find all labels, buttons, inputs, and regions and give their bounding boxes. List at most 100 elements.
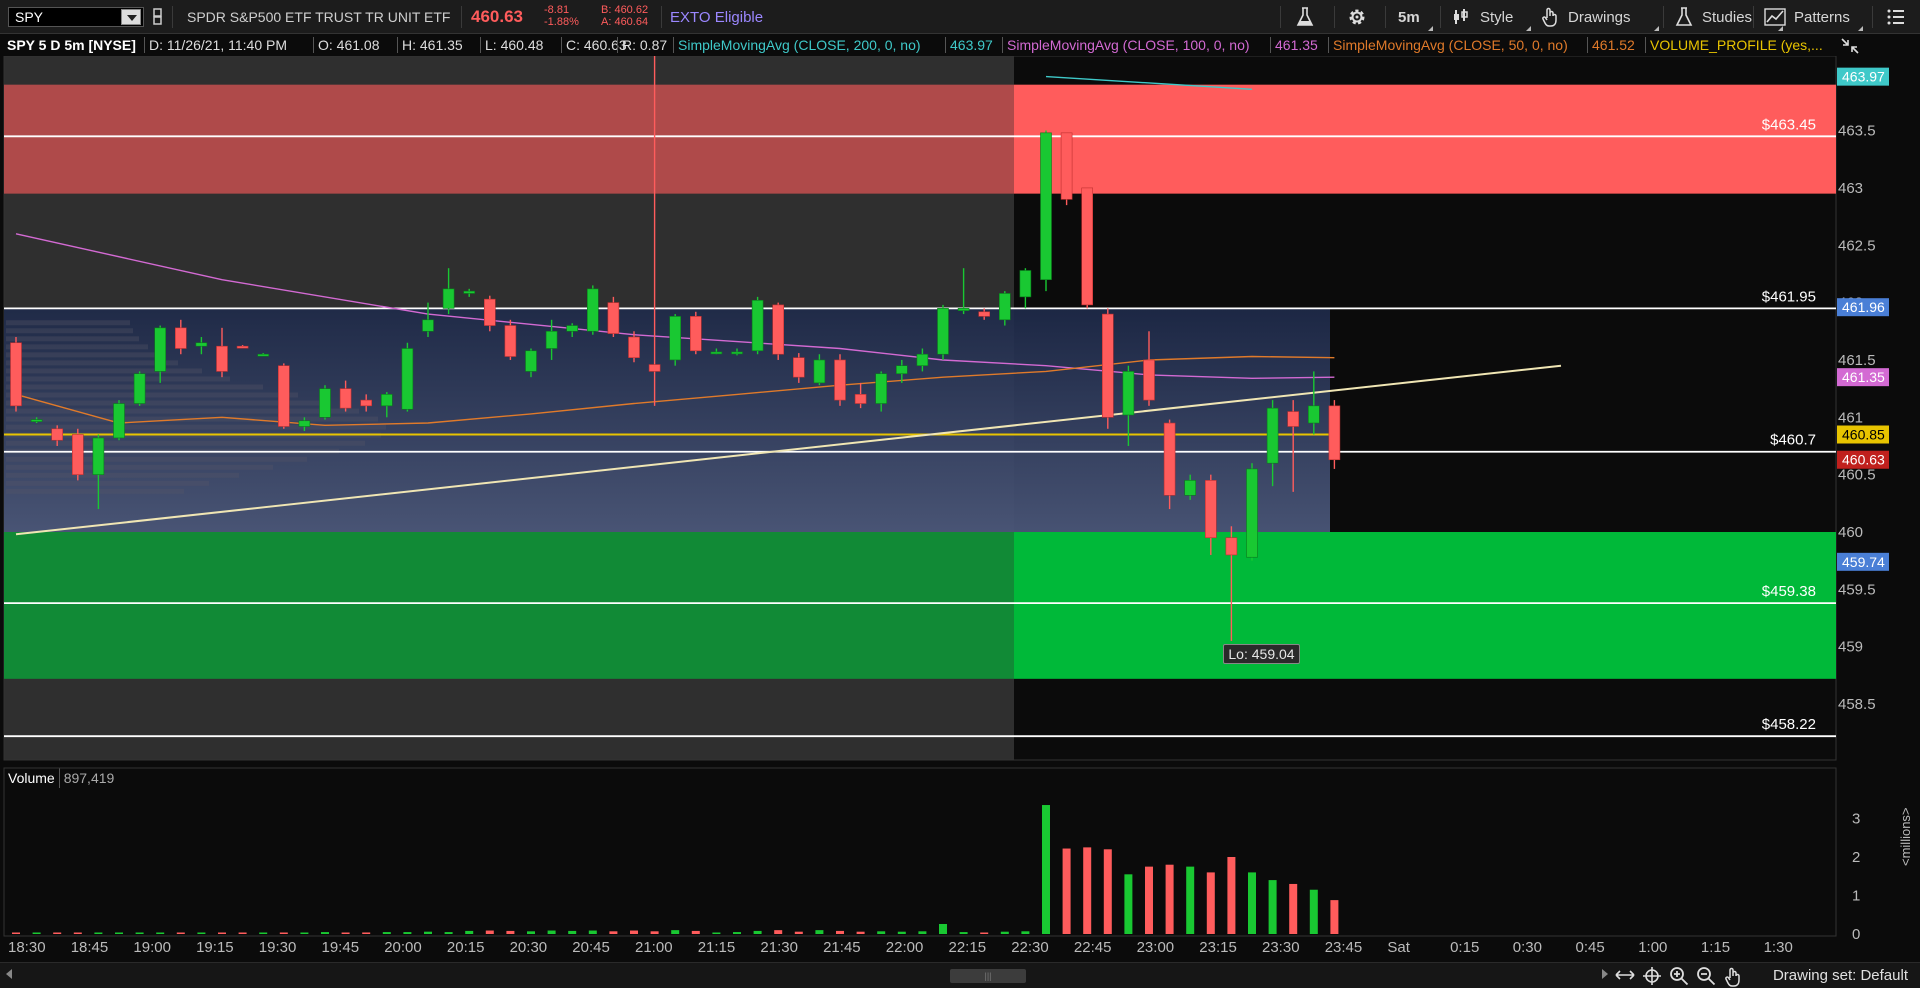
patterns-button[interactable]: Patterns	[1764, 0, 1864, 34]
flask-icon[interactable]	[1295, 0, 1315, 34]
scroll-right-arrow-icon[interactable]	[1602, 969, 1608, 979]
candle-body	[277, 365, 290, 427]
price-axis-tick: 462.5	[1838, 237, 1876, 254]
symbol-description: SPDR S&P500 ETF TRUST TR UNIT ETF	[187, 9, 451, 25]
chart-info-bar: SPY 5 D 5m [NYSE] D: 11/26/21, 11:40 PM …	[0, 34, 1920, 56]
gear-icon[interactable]	[1346, 0, 1368, 34]
candle-body	[607, 302, 620, 334]
candle-body	[339, 388, 352, 409]
time-axis-tick: Sat	[1387, 939, 1410, 956]
candle-body	[195, 342, 208, 347]
candle-body	[442, 288, 455, 309]
volume-profile-bar	[6, 464, 273, 470]
patterns-label: Patterns	[1794, 8, 1850, 26]
volume-profile-label[interactable]: VOLUME_PROFILE (yes,...	[1647, 36, 1826, 54]
volume-bar	[691, 930, 700, 934]
volume-bar	[918, 931, 927, 934]
candle-body	[1143, 359, 1155, 401]
scroll-left-arrow-icon[interactable]	[6, 969, 12, 979]
drawing-set-label[interactable]: Drawing set: Default	[1773, 967, 1908, 984]
symbol-value: SPY	[15, 9, 44, 25]
price-axis-bubble-label: 460.63	[1842, 452, 1885, 468]
time-axis-tick: 21:45	[823, 939, 861, 956]
volume-bar	[321, 932, 329, 934]
volume-chart[interactable]: 3 2 1 0 18:30 18:45 19:00 19:15 19:30 19:45 20:00…	[0, 766, 1920, 962]
candle-body	[1287, 411, 1299, 427]
zoom-in-icon[interactable]	[1668, 966, 1690, 986]
bar-range: R: 0.87	[622, 37, 668, 53]
sma50-label[interactable]: SimpleMovingAvg (CLOSE, 50, 0, no)	[1330, 36, 1571, 54]
price-axis-tick: 463.5	[1838, 123, 1876, 140]
candle-body	[1266, 407, 1279, 464]
price-axis-bubble-label: 463.97	[1842, 69, 1885, 85]
candle-body	[875, 373, 888, 404]
time-axis-tick: 19:00	[133, 939, 171, 956]
volume-bar	[650, 931, 659, 934]
chart-symbol-info[interactable]: SPY 5 D 5m [NYSE]	[4, 36, 139, 54]
app-root: SPY SPDR S&P500 ETF TRUST TR UNIT ETF 46…	[0, 0, 1920, 988]
style-button[interactable]: Style	[1452, 0, 1532, 34]
time-axis-tick: 0:15	[1450, 939, 1479, 956]
crosshair-icon[interactable]	[1641, 966, 1663, 986]
candle-body	[895, 365, 908, 375]
volume-bar	[53, 932, 62, 934]
price-axis-tick: 461.5	[1838, 352, 1876, 369]
volume-profile-bar	[6, 368, 202, 374]
time-axis-tick: 22:30	[1011, 939, 1049, 956]
sma100-label[interactable]: SimpleMovingAvg (CLOSE, 100, 0, no)	[1004, 36, 1253, 54]
low-price-label: Lo: 459.04	[1223, 644, 1300, 665]
volume-bar	[1289, 883, 1298, 934]
price-axis-tick: 459	[1838, 639, 1863, 656]
volume-profile-bar	[6, 344, 148, 350]
top-toolbar: SPY SPDR S&P500 ETF TRUST TR UNIT ETF 46…	[0, 0, 1920, 34]
price-chart[interactable]: $463.45 $461.95 $460.7 $459.38 $458.22 463.5…	[0, 56, 1920, 764]
time-axis-tick: 19:45	[322, 939, 360, 956]
volume-profile-bar	[6, 440, 365, 446]
time-axis-tick: 0:45	[1576, 939, 1605, 956]
menu-icon[interactable]	[1886, 0, 1906, 34]
candle-body	[51, 428, 64, 441]
candle-body	[1081, 187, 1093, 306]
symbol-dropdown-button[interactable]	[121, 9, 141, 25]
candle-body	[92, 437, 105, 475]
candle-body	[483, 298, 496, 326]
drawings-label: Drawings	[1568, 8, 1631, 26]
candle-body	[669, 316, 682, 361]
time-axis-tick: 18:45	[71, 939, 109, 956]
price-axis-tick: 460	[1838, 524, 1863, 541]
volume-profile-bar	[6, 408, 359, 414]
volume-bar	[403, 932, 412, 934]
volume-axis-tick: 0	[1852, 926, 1860, 943]
candle-body	[586, 288, 599, 332]
candle-body	[854, 394, 867, 404]
sma200-label[interactable]: SimpleMovingAvg (CLOSE, 200, 0, no)	[675, 36, 924, 54]
zoom-out-icon[interactable]	[1695, 966, 1717, 986]
volume-bar	[630, 930, 638, 934]
support-zone-history	[4, 532, 1014, 679]
candle-body	[175, 327, 187, 349]
drawings-button[interactable]: Drawings	[1540, 0, 1660, 34]
time-axis-tick: 20:45	[572, 939, 610, 956]
candle-body	[710, 351, 723, 355]
volume-profile-bar	[6, 456, 307, 462]
volume-bar	[1309, 889, 1318, 934]
time-scrollbar[interactable]: ||| Drawing set: Default	[0, 962, 1920, 988]
collapse-arrows-icon[interactable]	[1840, 37, 1860, 58]
candle-body	[525, 350, 537, 372]
candle-body	[133, 373, 146, 404]
candle-body	[504, 325, 517, 357]
timeframe-button[interactable]: 5m	[1398, 0, 1434, 34]
scroll-thumb[interactable]: |||	[950, 969, 1026, 983]
price-axis-tick: 463	[1838, 180, 1863, 197]
time-axis-tick: 21:00	[635, 939, 673, 956]
bid-value: B: 460.62	[601, 4, 649, 16]
volume-bar	[671, 930, 680, 934]
expand-horizontal-icon[interactable]	[1614, 966, 1636, 986]
pan-hand-icon[interactable]	[1722, 966, 1744, 987]
change-block: -8.81 -1.88%	[544, 4, 579, 28]
link-icon[interactable]	[151, 0, 165, 34]
volume-bar	[1206, 872, 1215, 934]
candle-body	[1163, 422, 1176, 496]
volume-bar	[609, 931, 618, 934]
volume-bar	[94, 932, 103, 934]
